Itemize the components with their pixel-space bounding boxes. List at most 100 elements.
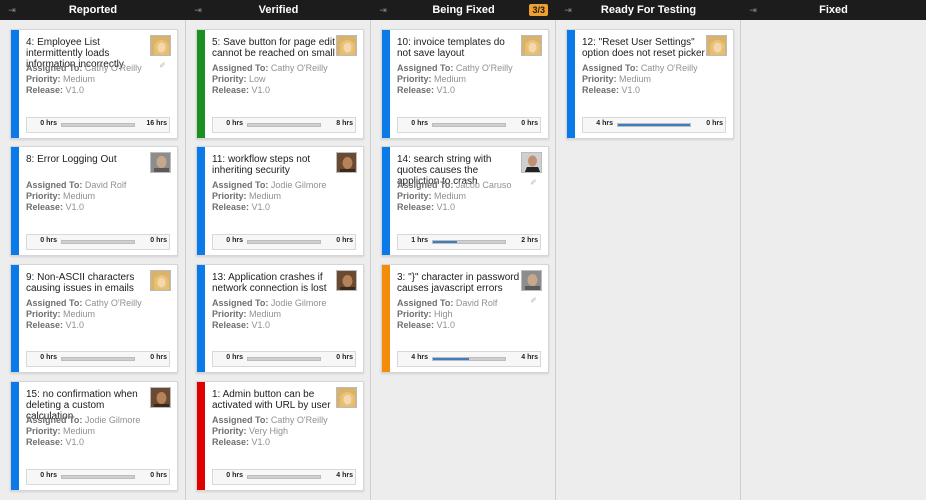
priority-value: Medium xyxy=(249,191,282,201)
card-title[interactable]: 5: Save button for page edit cannot be r… xyxy=(212,37,336,59)
priority-row: Priority: Medium xyxy=(26,426,96,436)
hours-progress-bar xyxy=(61,240,135,244)
hours-progress-bar xyxy=(247,123,321,127)
assignee-name: David Rolf xyxy=(455,298,498,308)
hours-estimate: 0 hrs xyxy=(150,472,167,479)
release-row: Release: V1.0 xyxy=(212,437,271,447)
collapse-icon[interactable]: ⇥ xyxy=(562,0,574,20)
task-card[interactable]: 13: Application crashes if network conne… xyxy=(196,264,364,373)
hours-estimate: 0 hrs xyxy=(336,237,353,244)
hours-estimate: 0 hrs xyxy=(150,354,167,361)
priority-stripe xyxy=(382,147,390,255)
collapse-icon[interactable]: ⇥ xyxy=(192,0,204,20)
priority-stripe xyxy=(567,30,575,138)
hours-spent: 4 hrs xyxy=(411,354,428,361)
hours-spent: 0 hrs xyxy=(40,237,57,244)
card-title[interactable]: 13: Application crashes if network conne… xyxy=(212,272,336,294)
hours-progress-fill xyxy=(433,241,457,243)
task-card[interactable]: 3: "}" character in password causes java… xyxy=(381,264,549,373)
priority-stripe xyxy=(11,382,19,490)
collapse-icon[interactable]: ⇥ xyxy=(747,0,759,20)
collapse-icon[interactable]: ⇥ xyxy=(6,0,18,20)
paperclip-icon[interactable]: ✐ xyxy=(530,296,537,305)
collapse-icon[interactable]: ⇥ xyxy=(377,0,389,20)
task-card[interactable]: 1: Admin button can be activated with UR… xyxy=(196,381,364,491)
paperclip-icon[interactable]: ✐ xyxy=(530,178,537,187)
release-value: V1.0 xyxy=(436,202,456,212)
task-card[interactable]: 5: Save button for page edit cannot be r… xyxy=(196,29,364,139)
wip-count-badge: 3/3 xyxy=(529,4,548,16)
hours-tracker: 0 hrs 4 hrs xyxy=(212,469,356,485)
priority-row: Priority: Medium xyxy=(26,191,96,201)
hours-tracker: 0 hrs 0 hrs xyxy=(26,234,170,250)
assigned-to-row: Assigned To: Cathy O'Reilly xyxy=(397,63,513,73)
card-title[interactable]: 1: Admin button can be activated with UR… xyxy=(212,389,336,411)
task-card[interactable]: 11: workflow steps not inheriting securi… xyxy=(196,146,364,256)
priority-value: Very High xyxy=(249,426,289,436)
card-title[interactable]: 11: workflow steps not inheriting securi… xyxy=(212,154,336,176)
assignee-avatar xyxy=(336,35,357,56)
priority-value: Medium xyxy=(63,191,96,201)
column-title: Verified xyxy=(258,4,299,16)
assigned-to-row: Assigned To: Cathy O'Reilly xyxy=(26,63,142,73)
hours-progress-bar xyxy=(61,123,135,127)
hours-spent: 0 hrs xyxy=(40,354,57,361)
assignee-avatar xyxy=(150,387,171,408)
priority-row: Priority: Medium xyxy=(397,191,467,201)
assigned-to-row: Assigned To: Cathy O'Reilly xyxy=(582,63,698,73)
hours-progress-bar xyxy=(247,475,321,479)
card-title[interactable]: 8: Error Logging Out xyxy=(26,154,150,165)
column-title: Ready For Testing xyxy=(600,4,697,16)
priority-stripe xyxy=(382,265,390,372)
hours-spent: 0 hrs xyxy=(226,237,243,244)
release-row: Release: V1.0 xyxy=(26,85,85,95)
hours-estimate: 8 hrs xyxy=(336,120,353,127)
card-title[interactable]: 3: "}" character in password causes java… xyxy=(397,272,521,294)
task-card[interactable]: 15: no confirmation when deleting a cust… xyxy=(10,381,178,491)
hours-tracker: 4 hrs 0 hrs xyxy=(582,117,726,133)
release-value: V1.0 xyxy=(436,85,456,95)
hours-progress-bar xyxy=(247,357,321,361)
release-value: V1.0 xyxy=(65,85,85,95)
assignee-name: Cathy O'Reilly xyxy=(640,63,698,73)
priority-stripe xyxy=(197,30,205,138)
card-title[interactable]: 12: "Reset User Settings" option does no… xyxy=(582,37,706,59)
card-title[interactable]: 9: Non-ASCII characters causing issues i… xyxy=(26,272,150,294)
task-card[interactable]: 9: Non-ASCII characters causing issues i… xyxy=(10,264,178,373)
hours-tracker: 0 hrs 0 hrs xyxy=(212,351,356,367)
hours-estimate: 0 hrs xyxy=(521,120,538,127)
hours-spent: 1 hrs xyxy=(411,237,428,244)
assignee-avatar xyxy=(521,152,542,173)
hours-tracker: 0 hrs 16 hrs xyxy=(26,117,170,133)
assignee-name: Jacob Caruso xyxy=(455,180,512,190)
task-card[interactable]: 14: search string with quotes causes the… xyxy=(381,146,549,256)
priority-value: Medium xyxy=(63,74,96,84)
assigned-to-row: Assigned To: Jodie Gilmore xyxy=(26,415,141,425)
task-card[interactable]: 8: Error Logging Out Assigned To: David R… xyxy=(10,146,178,256)
assigned-to-row: Assigned To: Cathy O'Reilly xyxy=(212,415,328,425)
release-row: Release: V1.0 xyxy=(397,320,456,330)
column-header-reported: ⇥ Reported xyxy=(0,0,186,20)
paperclip-icon[interactable]: ✐ xyxy=(159,61,166,70)
priority-stripe xyxy=(197,147,205,255)
priority-value: Medium xyxy=(434,74,467,84)
hours-progress-bar xyxy=(432,123,506,127)
task-card[interactable]: 12: "Reset User Settings" option does no… xyxy=(566,29,734,139)
column-title: Fixed xyxy=(819,4,848,16)
hours-estimate: 4 hrs xyxy=(336,472,353,479)
hours-spent: 0 hrs xyxy=(226,120,243,127)
priority-row: Priority: Medium xyxy=(212,309,282,319)
task-card[interactable]: 10: invoice templates do not save layout… xyxy=(381,29,549,139)
assigned-to-row: Assigned To: Cathy O'Reilly xyxy=(212,63,328,73)
hours-spent: 0 hrs xyxy=(411,120,428,127)
hours-spent: 4 hrs xyxy=(596,120,613,127)
release-value: V1.0 xyxy=(251,85,271,95)
assignee-name: Cathy O'Reilly xyxy=(455,63,513,73)
release-value: V1.0 xyxy=(65,437,85,447)
hours-spent: 0 hrs xyxy=(40,120,57,127)
priority-stripe xyxy=(11,147,19,255)
card-title[interactable]: 10: invoice templates do not save layout xyxy=(397,37,521,59)
task-card[interactable]: 4: Employee List intermittently loads in… xyxy=(10,29,178,139)
hours-tracker: 0 hrs 8 hrs xyxy=(212,117,356,133)
column-fixed xyxy=(741,20,926,500)
